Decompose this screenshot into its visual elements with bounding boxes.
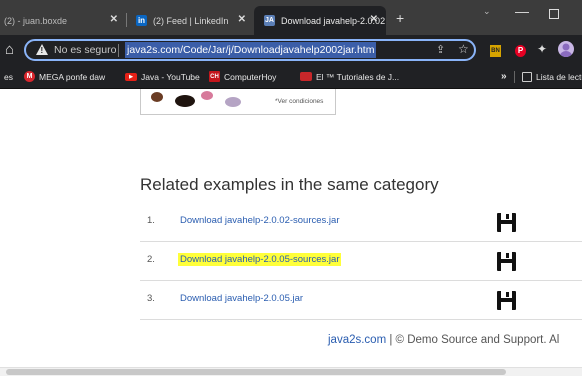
tab-juan[interactable]: (2) - juan.boxde ✕	[0, 6, 126, 35]
row-number: 3.	[147, 293, 155, 304]
bookmark-label: Java - YouTube	[141, 71, 200, 82]
tab-search-icon[interactable]: ⌄	[483, 6, 491, 17]
page-content: *Ver condiciones Related examples in the…	[0, 89, 582, 376]
floppy-disk-icon[interactable]	[497, 252, 516, 271]
advertisement-banner[interactable]: *Ver condiciones	[140, 89, 336, 115]
ad-image	[151, 92, 163, 102]
horizontal-scrollbar[interactable]	[0, 367, 582, 376]
bookmarks-bar: es M MEGA ponfe daw ▶ Java - YouTube CH …	[0, 65, 582, 89]
computerhoy-icon: CH	[209, 71, 220, 82]
java2s-icon: JA	[264, 15, 275, 26]
reading-list-button[interactable]: Lista de lectura	[522, 70, 582, 83]
tab-title: (2) - juan.boxde	[4, 15, 68, 26]
table-row: 2. Download javahelp-2.0.05-sources.jar	[140, 242, 582, 281]
highlighted-text[interactable]: Download javahelp-2.0.05-sources.jar	[178, 253, 342, 266]
tutoriales-icon	[300, 72, 312, 81]
download-link[interactable]: Download javahelp-2.0.05.jar	[180, 293, 303, 304]
bookmark-label: Lista de lectura	[536, 71, 582, 82]
download-link[interactable]: Download javahelp-2.0.02-sources.jar	[180, 215, 339, 226]
tab-title: (2) Feed | LinkedIn	[153, 15, 229, 26]
bookmark-star-icon[interactable]: ☆	[458, 42, 469, 56]
bookmark-es[interactable]: es	[4, 70, 13, 83]
extensions-puzzle-icon[interactable]: ✦	[537, 42, 547, 56]
security-status[interactable]: No es seguro	[54, 44, 116, 56]
avatar-image	[560, 43, 572, 57]
tab-strip: (2) - juan.boxde ✕ in (2) Feed | LinkedI…	[0, 0, 582, 35]
ad-image	[225, 97, 241, 107]
pinterest-icon[interactable]: P	[515, 45, 526, 57]
close-icon[interactable]: ✕	[370, 14, 378, 25]
browser-toolbar: ⌂ ! No es seguro java2s.com/Code/Jar/j/D…	[0, 35, 582, 65]
bookmark-computerhoy[interactable]: CH ComputerHoy	[209, 70, 276, 83]
reading-list-icon	[522, 71, 532, 82]
minimize-button[interactable]: —	[515, 3, 529, 19]
youtube-icon: ▶	[125, 72, 137, 81]
row-number: 2.	[147, 254, 155, 265]
home-icon[interactable]: ⌂	[5, 41, 14, 58]
maximize-button[interactable]	[549, 9, 559, 19]
omnibox-separator	[118, 44, 119, 57]
floppy-disk-icon[interactable]	[497, 213, 516, 232]
share-icon[interactable]: ⇪	[436, 43, 445, 56]
url-text[interactable]: java2s.com/Code/Jar/j/Downloadjavahelp20…	[125, 42, 377, 58]
java2s-link[interactable]: java2s.com	[328, 334, 386, 346]
ad-image	[175, 95, 195, 107]
related-examples-heading: Related examples in the same category	[140, 175, 439, 194]
extension-icon[interactable]: BN	[490, 45, 501, 57]
close-icon[interactable]: ✕	[238, 14, 246, 25]
floppy-disk-icon[interactable]	[497, 291, 516, 310]
linkedin-icon: in	[136, 15, 147, 26]
footer-text: | © Demo Source and Support. Al	[386, 334, 560, 346]
tab-linkedin[interactable]: in (2) Feed | LinkedIn ✕	[126, 6, 254, 35]
bookmark-java-youtube[interactable]: ▶ Java - YouTube	[125, 70, 200, 83]
address-bar[interactable]: ! No es seguro java2s.com/Code/Jar/j/Dow…	[24, 39, 476, 61]
ad-conditions-text: *Ver condiciones	[275, 98, 324, 105]
bookmark-separator	[514, 71, 515, 83]
page-footer: java2s.com | © Demo Source and Support. …	[328, 334, 559, 346]
download-link-highlighted[interactable]: Download javahelp-2.0.05-sources.jar	[178, 253, 342, 266]
more-bookmarks-button[interactable]: »	[501, 70, 507, 83]
bookmark-label: MEGA ponfe daw	[39, 71, 106, 82]
table-row: 3. Download javahelp-2.0.05.jar	[140, 281, 582, 320]
bookmark-mega[interactable]: M MEGA ponfe daw	[24, 70, 105, 83]
profile-avatar[interactable]	[558, 41, 574, 57]
tab-java2s-active[interactable]: JA Download javahelp-2.0.02 ✕	[254, 6, 386, 35]
close-icon[interactable]: ✕	[110, 14, 118, 25]
bookmark-label: ComputerHoy	[224, 71, 277, 82]
row-number: 1.	[147, 215, 155, 226]
table-row: 1. Download javahelp-2.0.02-sources.jar	[140, 203, 582, 242]
scrollbar-thumb[interactable]	[6, 369, 506, 375]
bookmark-label: El ™ Tutoriales de J...	[316, 71, 400, 82]
warning-mark: !	[40, 46, 44, 55]
bookmark-tutoriales[interactable]: El ™ Tutoriales de J...	[300, 70, 399, 83]
ad-image	[201, 91, 213, 100]
mega-icon: M	[24, 71, 35, 82]
new-tab-button[interactable]: +	[396, 10, 404, 26]
